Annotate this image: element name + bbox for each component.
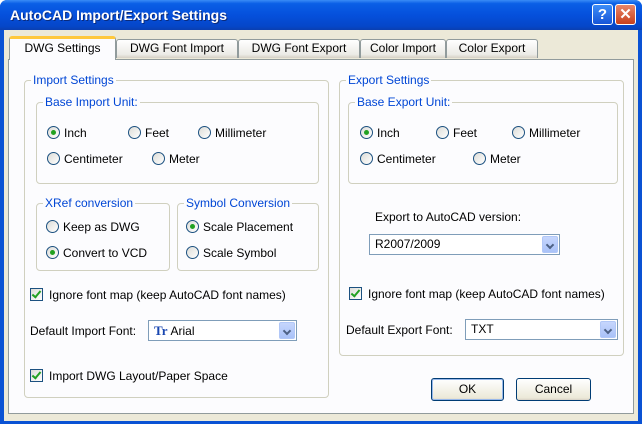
- help-button[interactable]: ?: [592, 4, 613, 25]
- radio-icon: [186, 246, 199, 259]
- import-unit-meter-radio[interactable]: Meter: [152, 151, 200, 167]
- export-unit-meter-radio[interactable]: Meter: [473, 151, 521, 167]
- export-unit-feet-radio[interactable]: Feet: [436, 125, 477, 141]
- import-settings-group: Import Settings Base Import Unit: Inch F…: [24, 73, 329, 398]
- radio-icon: [360, 152, 373, 165]
- chevron-down-icon[interactable]: [542, 236, 558, 253]
- radio-selected-icon: [360, 126, 373, 139]
- default-export-font-select[interactable]: TXT: [465, 319, 618, 340]
- chevron-down-icon[interactable]: [600, 321, 616, 338]
- radio-icon: [512, 126, 525, 139]
- symbol-scale-placement-radio[interactable]: Scale Placement: [186, 219, 293, 235]
- xref-conversion-label: XRef conversion: [43, 196, 136, 210]
- dialog-window: AutoCAD Import/Export Settings ? ✕ DWG S…: [0, 0, 642, 424]
- radio-selected-icon: [47, 126, 60, 139]
- export-unit-millimeter-radio[interactable]: Millimeter: [512, 125, 580, 141]
- default-export-font-label: Default Export Font:: [346, 323, 453, 337]
- import-dwg-layout-checkbox[interactable]: Import DWG Layout/Paper Space: [30, 368, 228, 384]
- export-unit-inch-radio[interactable]: Inch: [360, 125, 400, 141]
- xref-convert-to-vcd-radio[interactable]: Convert to VCD: [46, 245, 147, 261]
- base-import-unit-group: Base Import Unit: Inch Feet Millimeter C…: [36, 95, 319, 184]
- close-button[interactable]: ✕: [615, 4, 636, 25]
- tab-color-export[interactable]: Color Export: [446, 39, 538, 58]
- export-version-select[interactable]: R2007/2009: [369, 234, 560, 255]
- xref-keep-as-dwg-radio[interactable]: Keep as DWG: [46, 219, 140, 235]
- symbol-conversion-label: Symbol Conversion: [184, 196, 293, 210]
- cancel-button[interactable]: Cancel: [516, 378, 591, 401]
- radio-icon: [473, 152, 486, 165]
- dialog-client-area: DWG Settings DWG Font Import DWG Font Ex…: [4, 30, 638, 421]
- radio-icon: [152, 152, 165, 165]
- symbol-scale-symbol-radio[interactable]: Scale Symbol: [186, 245, 276, 261]
- import-unit-feet-radio[interactable]: Feet: [128, 125, 169, 141]
- import-unit-centimeter-radio[interactable]: Centimeter: [47, 151, 123, 167]
- base-export-unit-label: Base Export Unit:: [355, 95, 453, 109]
- checkbox-checked-icon: [30, 369, 43, 382]
- checkbox-checked-icon: [349, 287, 362, 300]
- radio-selected-icon: [46, 246, 59, 259]
- title-bar[interactable]: AutoCAD Import/Export Settings ? ✕: [0, 0, 642, 30]
- radio-icon: [198, 126, 211, 139]
- tab-dwg-settings[interactable]: DWG Settings: [9, 36, 116, 60]
- export-version-value: R2007/2009: [375, 237, 441, 251]
- import-unit-inch-radio[interactable]: Inch: [47, 125, 87, 141]
- base-import-unit-label: Base Import Unit:: [43, 95, 140, 109]
- export-settings-label: Export Settings: [346, 73, 432, 87]
- dwg-settings-panel: Import Settings Base Import Unit: Inch F…: [8, 59, 634, 414]
- tab-dwg-font-export[interactable]: DWG Font Export: [238, 39, 360, 58]
- chevron-down-icon[interactable]: [279, 322, 295, 339]
- export-ignore-font-map-checkbox[interactable]: Ignore font map (keep AutoCAD font names…: [349, 286, 605, 302]
- import-settings-label: Import Settings: [31, 73, 116, 87]
- truetype-font-icon: Tr: [154, 323, 168, 338]
- radio-selected-icon: [186, 220, 199, 233]
- export-unit-centimeter-radio[interactable]: Centimeter: [360, 151, 436, 167]
- radio-icon: [46, 220, 59, 233]
- default-import-font-label: Default Import Font:: [30, 324, 137, 338]
- ok-button[interactable]: OK: [431, 378, 504, 401]
- tab-color-import[interactable]: Color Import: [360, 39, 446, 58]
- symbol-conversion-group: Symbol Conversion Scale Placement Scale …: [177, 196, 319, 271]
- tab-dwg-font-import[interactable]: DWG Font Import: [116, 39, 238, 58]
- default-import-font-select[interactable]: Tr Arial: [148, 320, 297, 341]
- tab-strip: DWG Settings DWG Font Import DWG Font Ex…: [4, 30, 638, 60]
- checkbox-checked-icon: [30, 288, 43, 301]
- window-title: AutoCAD Import/Export Settings: [10, 7, 227, 23]
- export-settings-group: Export Settings Base Export Unit: Inch F…: [339, 73, 624, 356]
- import-unit-millimeter-radio[interactable]: Millimeter: [198, 125, 266, 141]
- radio-icon: [436, 126, 449, 139]
- import-ignore-font-map-checkbox[interactable]: Ignore font map (keep AutoCAD font names…: [30, 287, 286, 303]
- default-export-font-value: TXT: [471, 322, 494, 336]
- radio-icon: [128, 126, 141, 139]
- export-version-label: Export to AutoCAD version:: [375, 210, 522, 224]
- base-export-unit-group: Base Export Unit: Inch Feet Millimeter C…: [348, 95, 618, 184]
- xref-conversion-group: XRef conversion Keep as DWG Convert to V…: [36, 196, 170, 271]
- radio-icon: [47, 152, 60, 165]
